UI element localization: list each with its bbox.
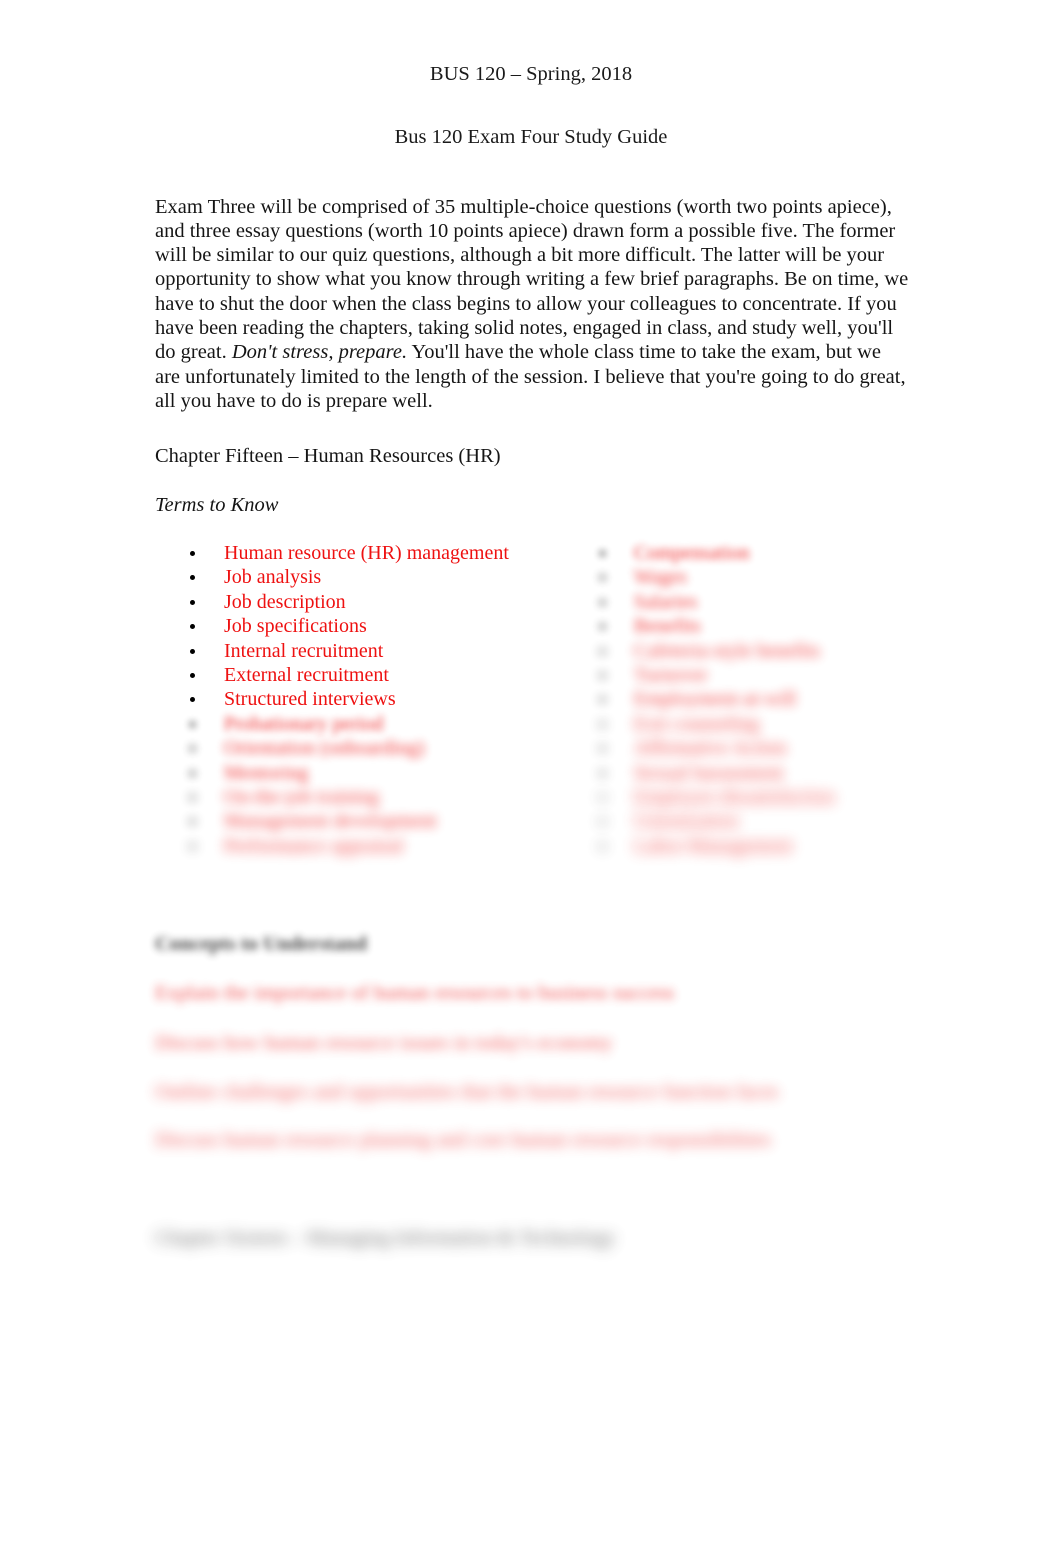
term-bullet: Employee dissatisfaction — [596, 785, 926, 809]
term-bullet-label: Employment-at-will — [634, 688, 797, 711]
course-header: BUS 120 – Spring, 2018 — [429, 63, 633, 85]
term-bullet: External recruitment — [186, 663, 556, 687]
term-bullet-label: Mentoring — [224, 761, 309, 784]
concepts-to-understand-heading: Concepts to Understand — [155, 933, 367, 955]
chapter-fifteen-heading: Chapter Fifteen – Human Resources (HR) — [155, 445, 501, 467]
term-bullet-label: Management development — [224, 810, 437, 833]
concepts-line-4: Discuss human resource planning and core… — [155, 1129, 771, 1151]
term-bullet-label: Human resource (HR) management — [224, 542, 509, 564]
term-bullet: Structured interviews — [186, 687, 556, 711]
term-bullet: Internal recruitment — [186, 639, 556, 663]
term-bullet: Cafeteria-style benefits — [596, 639, 926, 663]
term-bullet: Salaries — [596, 590, 926, 614]
term-bullet-label: Job specifications — [224, 615, 367, 638]
chapter-sixteen-heading: Chapter Sixteen – Managing Information &… — [155, 1227, 616, 1249]
term-bullet: Exit counseling — [596, 712, 926, 736]
term-bullet: Labor-Management — [596, 834, 926, 858]
term-bullet: Unionization — [596, 809, 926, 833]
intro-paragraph-part1: Exam Three will be comprised of 35 multi… — [155, 195, 909, 364]
term-bullet: Employment-at-will — [596, 687, 926, 711]
document-title: Bus 120 Exam Four Study Guide — [394, 126, 668, 148]
term-bullet: Orientation (onboarding) — [186, 736, 556, 760]
term-bullet: Benefits — [596, 614, 926, 638]
term-bullet: Management development — [186, 809, 556, 833]
term-bullet-label: Job description — [224, 590, 346, 613]
term-bullet: Human resource (HR) management — [186, 541, 556, 565]
term-bullet-label: External recruitment — [224, 664, 389, 687]
term-bullet: On-the-job training — [186, 785, 556, 809]
term-bullet: Compensation — [596, 541, 926, 565]
concepts-line-1: Explain the importance of human resource… — [155, 982, 675, 1004]
term-bullet-label: Compensation — [634, 542, 750, 564]
term-bullet: Sexual harassment — [596, 761, 926, 785]
term-bullet-label: Sexual harassment — [634, 761, 784, 784]
concepts-line-3: Outline challenges and opportunities tha… — [155, 1081, 779, 1103]
term-bullet: Wages — [596, 565, 926, 589]
term-bullet-label: Turnover — [634, 664, 708, 687]
term-bullet-label: Unionization — [634, 810, 739, 833]
term-bullet-label: Internal recruitment — [224, 639, 384, 662]
term-bullet-label: Performance appraisal — [224, 834, 404, 857]
term-bullet: Job analysis — [186, 565, 556, 589]
term-bullet-label: Wages — [634, 566, 687, 589]
term-bullet-label: Exit counseling — [634, 712, 759, 735]
term-bullet-label: Labor-Management — [634, 834, 793, 857]
intro-paragraph: Exam Three will be comprised of 35 multi… — [155, 195, 910, 414]
term-bullet-label: Employee dissatisfaction — [634, 786, 835, 809]
term-bullet-label: Affirmative Action — [634, 737, 787, 760]
term-bullet: Turnover — [596, 663, 926, 687]
term-bullet-label: Structured interviews — [224, 688, 396, 711]
term-bullet-label: Benefits — [634, 615, 701, 638]
term-bullet: Affirmative Action — [596, 736, 926, 760]
terms-right-column: Compensation Wages Salaries Benefits Cafeter… — [596, 541, 926, 858]
concepts-line-2: Discuss how human resource issues in tod… — [155, 1032, 613, 1054]
term-bullet-label: Cafeteria-style benefits — [634, 639, 821, 662]
terms-to-know-label: Terms to Know — [155, 494, 279, 516]
term-bullet: Mentoring — [186, 761, 556, 785]
term-bullet: Job description — [186, 590, 556, 614]
terms-left-column: Human resource (HR) management Job analys… — [186, 541, 556, 858]
term-bullet: Probationary period — [186, 712, 556, 736]
term-bullet-label: Probationary period — [224, 712, 384, 735]
term-bullet-label: Orientation (onboarding) — [224, 737, 425, 760]
term-bullet-label: Job analysis — [224, 566, 322, 589]
term-bullet: Performance appraisal — [186, 834, 556, 858]
term-bullet-label: Salaries — [634, 590, 698, 613]
term-bullet: Job specifications — [186, 614, 556, 638]
document-page: BUS 120 – Spring, 2018 Bus 120 Exam Four… — [0, 0, 1062, 1556]
term-bullet-label: On-the-job training — [224, 786, 379, 809]
intro-paragraph-emphasis: Don't stress, prepare. — [231, 341, 408, 364]
